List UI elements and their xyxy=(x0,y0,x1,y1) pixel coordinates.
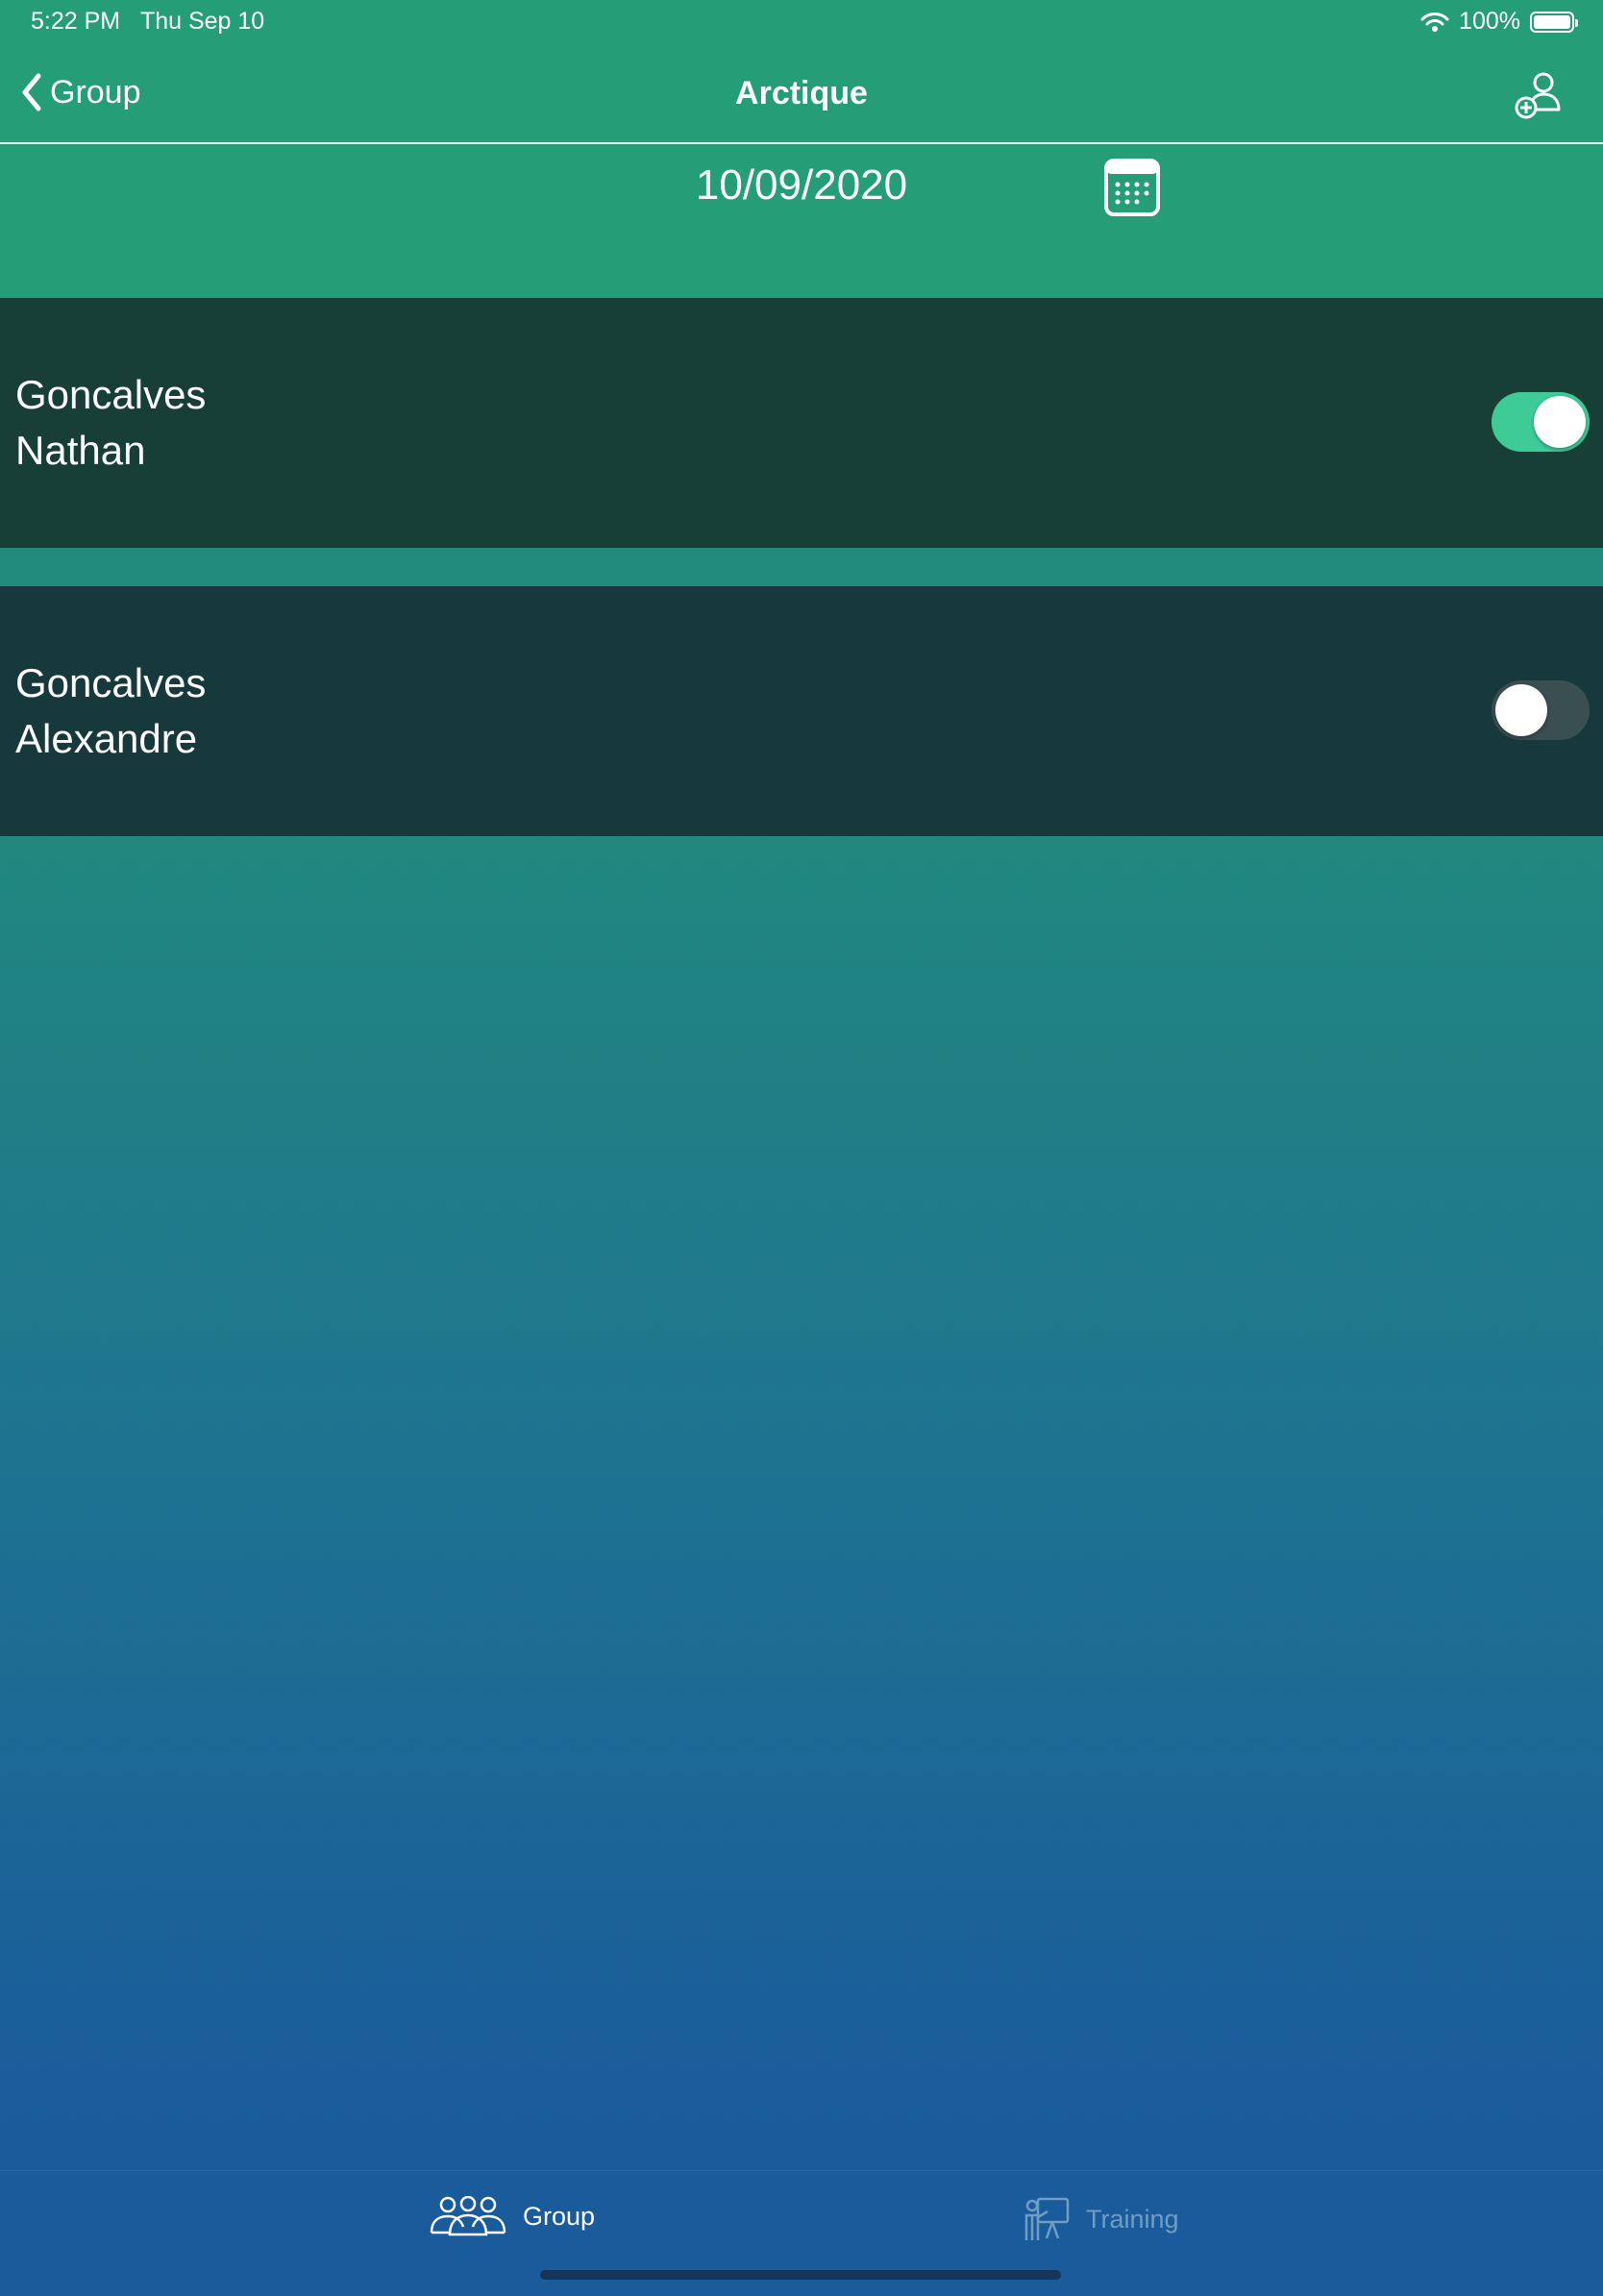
tab-training[interactable]: Training xyxy=(1023,2196,1179,2242)
presence-toggle[interactable] xyxy=(1492,680,1590,740)
row-divider xyxy=(0,548,1603,586)
wifi-icon xyxy=(1420,12,1449,32)
add-user-button[interactable] xyxy=(1515,71,1565,124)
member-first-name: Alexandre xyxy=(15,716,198,761)
group-icon xyxy=(430,2196,506,2236)
tab-training-label: Training xyxy=(1086,2204,1179,2234)
member-last-name: Goncalves xyxy=(15,660,207,705)
status-indicators: 100% xyxy=(1411,8,1578,36)
list-item: Goncalves Alexandre xyxy=(0,586,1603,836)
tab-group-label: Group xyxy=(523,2201,596,2231)
member-name: Goncalves Alexandre xyxy=(15,655,206,767)
battery-percent: 100% xyxy=(1459,8,1520,35)
add-user-icon xyxy=(1515,72,1561,119)
home-indicator xyxy=(540,2270,1061,2280)
date-selector: 10/09/2020 xyxy=(0,144,1603,298)
toggle-knob xyxy=(1534,396,1586,448)
training-icon xyxy=(1024,2197,1070,2240)
selected-date[interactable]: 10/09/2020 xyxy=(0,161,1603,210)
calendar-button[interactable] xyxy=(1103,158,1161,222)
status-bar: 5:22 PM Thu Sep 10 100% xyxy=(0,0,1603,46)
member-first-name: Nathan xyxy=(15,428,146,473)
navigation-bar: Group Arctique xyxy=(0,46,1603,144)
battery-icon xyxy=(1530,11,1578,33)
list-item: Goncalves Nathan xyxy=(0,298,1603,548)
calendar-icon xyxy=(1104,159,1160,216)
tab-group[interactable]: Group xyxy=(429,2196,595,2236)
page-title: Arctique xyxy=(735,75,868,111)
status-time-date: 5:22 PM Thu Sep 10 xyxy=(31,8,265,35)
member-last-name: Goncalves xyxy=(15,372,207,417)
toggle-knob xyxy=(1495,684,1547,736)
member-name: Goncalves Nathan xyxy=(15,367,206,479)
presence-toggle[interactable] xyxy=(1492,392,1590,452)
